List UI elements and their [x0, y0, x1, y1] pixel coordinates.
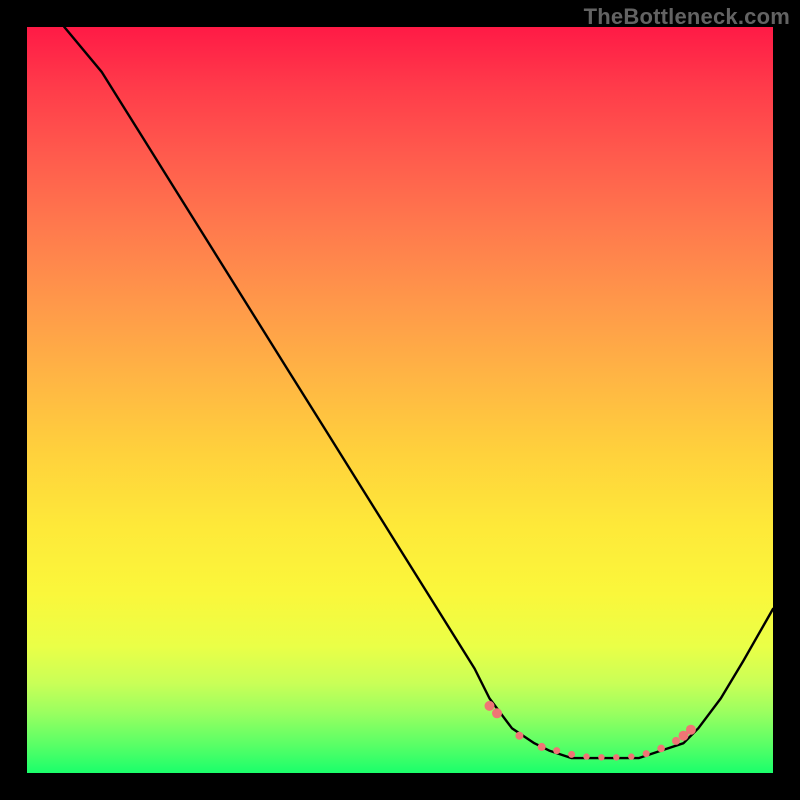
marker-dot: [598, 754, 604, 760]
marker-dot: [643, 750, 650, 757]
marker-dot: [553, 747, 560, 754]
marker-dot: [628, 753, 634, 759]
chart-svg: [27, 27, 773, 773]
marker-dot: [568, 751, 575, 758]
chart-frame: TheBottleneck.com: [0, 0, 800, 800]
marker-dot: [538, 743, 546, 751]
marker-dot: [515, 732, 523, 740]
marker-dot: [583, 753, 589, 759]
plot-area: [27, 27, 773, 773]
marker-dot: [657, 745, 665, 753]
bottleneck-curve: [64, 27, 773, 758]
marker-dot: [686, 725, 696, 735]
marker-dot: [485, 701, 495, 711]
marker-dot: [492, 708, 502, 718]
watermark-text: TheBottleneck.com: [584, 4, 790, 30]
marker-dot: [613, 754, 619, 760]
marker-dot: [672, 737, 680, 745]
